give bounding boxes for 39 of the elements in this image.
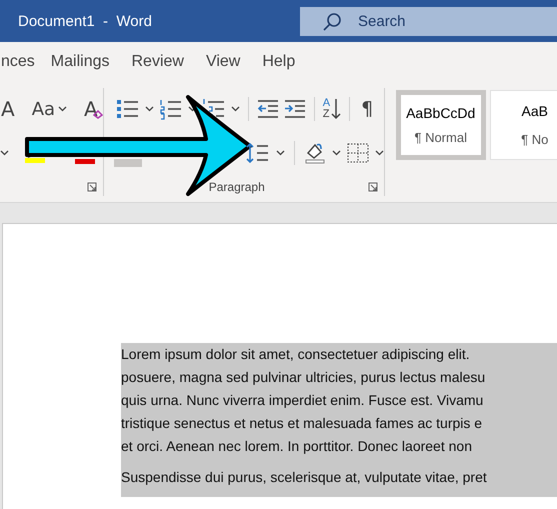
grow-font-button[interactable]: A (1, 97, 15, 121)
caret-icon (0, 150, 9, 156)
ribbon-tab[interactable]: View (206, 53, 240, 71)
ribbon-tab[interactable]: Review (131, 53, 184, 71)
text-line: et orci. Aenean nec lorem. In porttitor. Donec laoreet non (121, 437, 473, 456)
caret-icon (332, 150, 341, 156)
paint-bucket-icon[interactable] (304, 142, 326, 164)
search-field[interactable]: Search (300, 6, 557, 36)
ribbon-tab[interactable]: nces (1, 53, 35, 71)
clear-formatting-button[interactable]: A (84, 97, 98, 121)
caret-icon (374, 150, 384, 156)
decrease-indent-icon[interactable] (256, 99, 279, 119)
increase-indent-icon[interactable] (284, 99, 306, 119)
window-title: Document1 - Word (18, 12, 153, 30)
style-preset[interactable]: AaB ¶ No (490, 90, 557, 160)
caret-icon (58, 106, 68, 112)
text-line: Suspendisse dui purus, scelerisque at, vulputate vitae, pret (121, 468, 488, 487)
group-label: Paragraph (208, 180, 265, 194)
caret-icon (144, 106, 154, 112)
bullets-icon[interactable] (116, 98, 140, 120)
show-formatting-button[interactable]: ¶ (361, 98, 374, 120)
ribbon-tab[interactable]: Help (262, 53, 296, 71)
line-spacing-icon[interactable] (246, 142, 270, 164)
borders-icon[interactable] (346, 143, 369, 163)
caret-icon (276, 150, 285, 156)
numbering-icon[interactable] (158, 98, 183, 120)
dialog-launcher-icon[interactable] (368, 182, 378, 192)
caret-icon (230, 106, 240, 112)
ribbon-tab[interactable]: Mailings (50, 53, 110, 71)
sort-button[interactable]: A Z (322, 98, 342, 120)
text-line: Lorem ipsum dolor sit amet, consectetuer adipiscing elit. (121, 345, 471, 364)
dialog-launcher-icon[interactable] (86, 182, 97, 192)
text-line: posuere, magna sed pulvinar ultricies, purus lectus malesu (121, 368, 486, 387)
text-line: quis urna. Nunc viverra imperdiet enim. Fusce est. Vivamu (121, 391, 484, 410)
down-arrow-icon (331, 98, 342, 120)
change-case-button[interactable]: Aa (32, 98, 56, 120)
text-line: tristique senectus et netus et malesuada fames ac turpis e (121, 414, 484, 433)
style-preset[interactable]: AaBbCcDd ¶ Normal (396, 90, 486, 160)
multilevel-list-icon[interactable] (202, 98, 226, 120)
